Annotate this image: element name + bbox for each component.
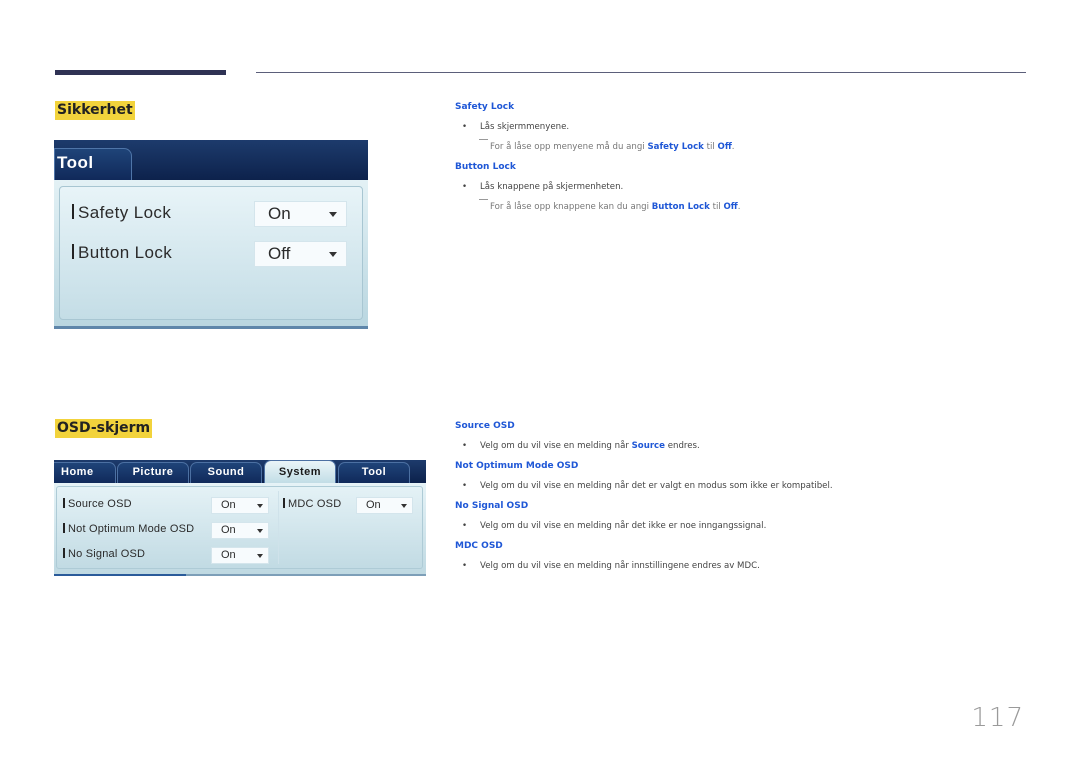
- osd-descriptions: Source OSD • Velg om du vil vise en meld…: [455, 420, 1055, 580]
- system-panel-body: Source OSD On Not Optimum Mode OSD On No…: [54, 483, 426, 576]
- desc-heading-source-osd: Source OSD: [455, 421, 515, 431]
- security-descriptions: Safety Lock • Lås skjermmenyene. For å l…: [455, 101, 1055, 221]
- chevron-down-icon: [329, 252, 337, 257]
- source-osd-dropdown[interactable]: On: [211, 497, 269, 514]
- desc-heading-not-optimum-mode-osd: Not Optimum Mode OSD: [455, 461, 579, 471]
- not-optimum-mode-osd-dropdown[interactable]: On: [211, 522, 269, 539]
- chevron-down-icon: [401, 504, 407, 508]
- desc-heading-safety-lock: Safety Lock: [455, 102, 515, 112]
- button-lock-label: Button Lock: [72, 243, 172, 263]
- desc-heading-button-lock: Button Lock: [455, 162, 516, 172]
- note-text-part: til: [703, 142, 718, 152]
- safety-lock-row: Safety Lock On: [72, 201, 347, 227]
- panel-scroll-indicator: [54, 574, 186, 576]
- bullet-icon: •: [462, 441, 468, 451]
- tab-home[interactable]: Home: [54, 462, 116, 483]
- tool-panel-body: Safety Lock On Button Lock Off: [54, 180, 368, 329]
- safety-lock-label: Safety Lock: [72, 203, 171, 223]
- desc-bullet-text: Lås knappene på skjermenheten.: [480, 182, 624, 192]
- tab-tool[interactable]: Tool: [54, 148, 132, 180]
- desc-bullet: • Lås knappene på skjermenheten.: [455, 181, 1055, 201]
- note-dash-icon: [479, 199, 488, 200]
- tab-picture[interactable]: Picture: [117, 462, 189, 483]
- chevron-down-icon: [329, 212, 337, 217]
- safety-lock-dropdown[interactable]: On: [254, 201, 347, 227]
- note-dash-icon: [479, 139, 488, 140]
- mdc-osd-label: MDC OSD: [283, 498, 341, 510]
- chevron-down-icon: [257, 554, 263, 558]
- chevron-down-icon: [257, 529, 263, 533]
- note-text-part: til: [709, 202, 724, 212]
- no-signal-osd-row: No Signal OSD On: [63, 547, 269, 564]
- tab-sound[interactable]: Sound: [190, 462, 262, 483]
- tool-panel-header: Tool: [54, 140, 368, 180]
- bullet-icon: •: [462, 481, 468, 491]
- section-title-osd: OSD-skjerm: [55, 419, 153, 438]
- source-osd-label: Source OSD: [63, 498, 132, 510]
- safety-lock-value: On: [268, 204, 291, 223]
- not-optimum-mode-osd-row: Not Optimum Mode OSD On: [63, 522, 269, 539]
- note-highlight: Off: [723, 202, 738, 212]
- column-divider: [278, 491, 279, 564]
- tab-tool[interactable]: Tool: [338, 462, 410, 483]
- page-number: 117: [971, 703, 1024, 733]
- no-signal-osd-value: On: [221, 549, 236, 561]
- header-rule: [256, 72, 1026, 73]
- note-text: For å låse opp knappene kan du angi Butt…: [480, 202, 740, 212]
- note-text: For å låse opp menyene må du angi Safety…: [480, 142, 735, 152]
- system-panel-screenshot: Home Picture Sound System Tool Source OS…: [54, 460, 426, 576]
- bullet-icon: •: [462, 521, 468, 531]
- source-osd-row: Source OSD On: [63, 497, 269, 514]
- note-text-part: For å låse opp menyene må du angi: [490, 142, 648, 152]
- button-lock-dropdown[interactable]: Off: [254, 241, 347, 267]
- mdc-osd-dropdown[interactable]: On: [356, 497, 413, 514]
- desc-heading-mdc-osd: MDC OSD: [455, 541, 503, 551]
- button-lock-row: Button Lock Off: [72, 241, 347, 267]
- note-text-part: For å låse opp knappene kan du angi: [490, 202, 652, 212]
- desc-bullet: • Velg om du vil vise en melding når inn…: [455, 560, 1055, 580]
- desc-bullet-text: Velg om du vil vise en melding når det e…: [480, 481, 833, 491]
- mdc-osd-value: On: [366, 499, 381, 511]
- bullet-highlight: Source: [631, 441, 665, 451]
- tool-panel-screenshot: Tool Safety Lock On Button Lock Off: [54, 140, 368, 329]
- button-lock-value: Off: [268, 244, 291, 263]
- desc-note: For å låse opp knappene kan du angi Butt…: [455, 199, 1055, 221]
- bullet-icon: •: [462, 182, 468, 192]
- desc-bullet-text: Lås skjermmenyene.: [480, 122, 570, 132]
- chevron-down-icon: [257, 504, 263, 508]
- bullet-icon: •: [462, 561, 468, 571]
- desc-heading-no-signal-osd: No Signal OSD: [455, 501, 529, 511]
- not-optimum-mode-osd-value: On: [221, 524, 236, 536]
- note-text-part: .: [731, 142, 735, 152]
- desc-bullet: • Lås skjermmenyene.: [455, 121, 1055, 141]
- tool-panel-group: Safety Lock On Button Lock Off: [59, 186, 363, 320]
- desc-bullet-text: Velg om du vil vise en melding når innst…: [480, 561, 760, 571]
- bullet-text-part: Velg om du vil vise en melding når: [480, 441, 632, 451]
- section-title-security: Sikkerhet: [55, 101, 135, 120]
- bullet-icon: •: [462, 122, 468, 132]
- bullet-text-part: endres.: [664, 441, 700, 451]
- note-highlight: Safety Lock: [647, 142, 704, 152]
- source-osd-value: On: [221, 499, 236, 511]
- desc-bullet: • Velg om du vil vise en melding når Sou…: [455, 440, 1055, 460]
- desc-note: For å låse opp menyene må du angi Safety…: [455, 139, 1055, 161]
- tab-system[interactable]: System: [264, 460, 336, 483]
- no-signal-osd-label: No Signal OSD: [63, 548, 145, 560]
- system-panel-group: Source OSD On Not Optimum Mode OSD On No…: [56, 486, 423, 569]
- mdc-osd-row: MDC OSD On: [283, 497, 413, 514]
- desc-bullet-text: Velg om du vil vise en melding når det i…: [480, 521, 767, 531]
- desc-bullet: • Velg om du vil vise en melding når det…: [455, 520, 1055, 540]
- header-bar-accent: [55, 70, 226, 75]
- not-optimum-mode-osd-label: Not Optimum Mode OSD: [63, 523, 194, 535]
- note-highlight: Button Lock: [651, 202, 710, 212]
- desc-bullet-text: Velg om du vil vise en melding når Sourc…: [480, 441, 700, 451]
- note-highlight: Off: [717, 142, 732, 152]
- desc-bullet: • Velg om du vil vise en melding når det…: [455, 480, 1055, 500]
- system-tab-bar: Home Picture Sound System Tool: [54, 460, 426, 483]
- no-signal-osd-dropdown[interactable]: On: [211, 547, 269, 564]
- note-text-part: .: [737, 202, 741, 212]
